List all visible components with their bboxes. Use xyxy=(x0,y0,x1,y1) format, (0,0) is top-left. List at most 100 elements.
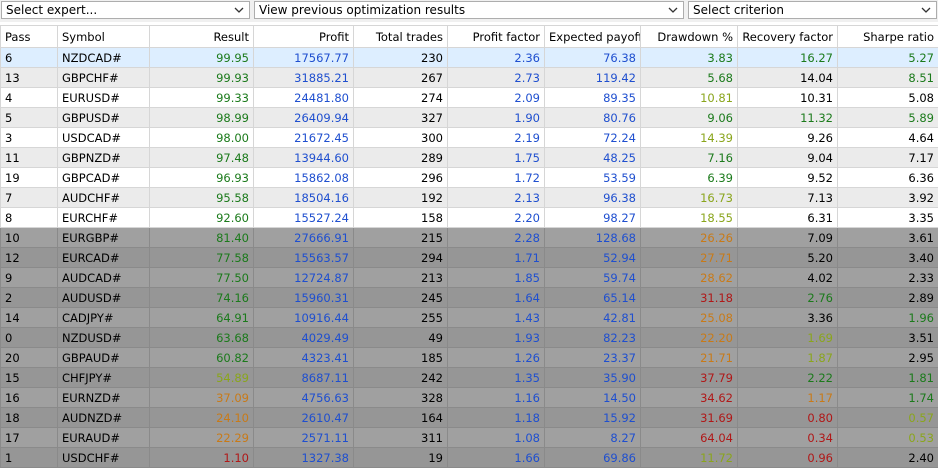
cell-result: 97.48 xyxy=(149,147,254,168)
cell-pf: 1.85 xyxy=(447,267,545,288)
cell-pass: 18 xyxy=(0,407,58,428)
cell-sr: 5.27 xyxy=(837,47,938,68)
column-header-drawdown[interactable]: Drawdown % xyxy=(640,25,738,48)
table-row[interactable]: 17 EURAUD# 22.29 2571.11 311 1.08 8.27 64.04 0.3… xyxy=(0,427,938,448)
cell-trades: 242 xyxy=(353,367,448,388)
cell-ep: 15.92 xyxy=(544,407,641,428)
cell-trades: 19 xyxy=(353,447,448,468)
cell-trades: 49 xyxy=(353,327,448,348)
table-row[interactable]: 0 NZDUSD# 63.68 4029.49 49 1.93 82.23 22.20 1.69… xyxy=(0,327,938,348)
table-row[interactable]: 6 NZDCAD# 99.95 17567.77 230 2.36 76.38 3.83 16.… xyxy=(0,47,938,68)
table-row[interactable]: 8 EURCHF# 92.60 15527.24 158 2.20 98.27 18.55 6.… xyxy=(0,207,938,228)
select-expert-dropdown[interactable]: Select expert... xyxy=(1,1,250,19)
cell-profit: 31885.21 xyxy=(253,67,354,88)
cell-profit: 18504.16 xyxy=(253,187,354,208)
column-header-symbol[interactable]: Symbol xyxy=(57,25,150,48)
table-row[interactable]: 14 CADJPY# 64.91 10916.44 255 1.43 42.81 25.08 3… xyxy=(0,307,938,328)
cell-result: 74.16 xyxy=(149,287,254,308)
cell-ep: 23.37 xyxy=(544,347,641,368)
table-row[interactable]: 1 USDCHF# 1.10 1327.38 19 1.66 69.86 11.72 0.96 2… xyxy=(0,447,938,468)
select-criterion-label: Select criterion xyxy=(693,3,785,17)
cell-symbol: AUDNZD# xyxy=(57,407,150,428)
cell-dd: 26.26 xyxy=(640,227,738,248)
results-grid: Pass Symbol Result Profit Total trades Profit… xyxy=(0,25,938,468)
cell-rf: 2.22 xyxy=(737,367,838,388)
cell-result: 54.89 xyxy=(149,367,254,388)
cell-sr: 2.33 xyxy=(837,267,938,288)
cell-pf: 2.13 xyxy=(447,187,545,208)
table-row[interactable]: 13 GBPCHF# 99.93 31885.21 267 2.73 119.42 5.68 1… xyxy=(0,67,938,88)
table-row[interactable]: 16 EURNZD# 37.09 4756.63 328 1.16 14.50 34.62 1.… xyxy=(0,387,938,408)
cell-rf: 9.04 xyxy=(737,147,838,168)
select-criterion-dropdown[interactable]: Select criterion xyxy=(688,1,937,19)
cell-symbol: NZDUSD# xyxy=(57,327,150,348)
chevron-down-icon xyxy=(667,3,679,17)
cell-pf: 2.20 xyxy=(447,207,545,228)
table-row[interactable]: 5 GBPUSD# 98.99 26409.94 327 1.90 80.76 9.06 11.… xyxy=(0,107,938,128)
cell-ep: 80.76 xyxy=(544,107,641,128)
cell-trades: 267 xyxy=(353,67,448,88)
header-row: Pass Symbol Result Profit Total trades Profit… xyxy=(0,25,938,48)
table-row[interactable]: 15 CHFJPY# 54.89 8687.11 242 1.35 35.90 37.79 2.… xyxy=(0,367,938,388)
cell-symbol: GBPNZD# xyxy=(57,147,150,168)
table-row[interactable]: 10 EURGBP# 81.40 27666.91 215 2.28 128.68 26.26… xyxy=(0,227,938,248)
column-header-recovery-factor[interactable]: Recovery factor xyxy=(737,25,838,48)
column-header-sharpe-ratio[interactable]: Sharpe ratio xyxy=(837,25,938,48)
table-row[interactable]: 3 USDCAD# 98.00 21672.45 300 2.19 72.24 14.39 9.… xyxy=(0,127,938,148)
cell-result: 37.09 xyxy=(149,387,254,408)
cell-result: 64.91 xyxy=(149,307,254,328)
cell-pf: 1.72 xyxy=(447,167,545,188)
grid-body: 6 NZDCAD# 99.95 17567.77 230 2.36 76.38 3.83 16.… xyxy=(0,47,938,468)
cell-symbol: CADJPY# xyxy=(57,307,150,328)
column-header-profit-factor[interactable]: Profit factor xyxy=(447,25,545,48)
cell-dd: 37.79 xyxy=(640,367,738,388)
table-row[interactable]: 4 EURUSD# 99.33 24481.80 274 2.09 89.35 10.81 10… xyxy=(0,87,938,108)
cell-pf: 2.19 xyxy=(447,127,545,148)
column-header-pass[interactable]: Pass xyxy=(0,25,58,48)
cell-dd: 28.62 xyxy=(640,267,738,288)
cell-rf: 9.26 xyxy=(737,127,838,148)
cell-result: 77.58 xyxy=(149,247,254,268)
column-header-total-trades[interactable]: Total trades xyxy=(353,25,448,48)
cell-rf: 2.76 xyxy=(737,287,838,308)
cell-sr: 2.89 xyxy=(837,287,938,308)
optimization-results-label: View previous optimization results xyxy=(259,3,466,17)
table-row[interactable]: 20 GBPAUD# 60.82 4323.41 185 1.26 23.37 21.71 1.… xyxy=(0,347,938,368)
column-header-expected-payoff[interactable]: Expected payoff xyxy=(544,25,641,48)
table-row[interactable]: 9 AUDCAD# 77.50 12724.87 213 1.85 59.74 28.62 4.… xyxy=(0,267,938,288)
column-header-profit[interactable]: Profit xyxy=(253,25,354,48)
table-row[interactable]: 18 AUDNZD# 24.10 2610.47 164 1.18 15.92 31.69 0.… xyxy=(0,407,938,428)
cell-dd: 22.20 xyxy=(640,327,738,348)
cell-pass: 11 xyxy=(0,147,58,168)
cell-sr: 4.64 xyxy=(837,127,938,148)
cell-rf: 0.96 xyxy=(737,447,838,468)
cell-symbol: EURUSD# xyxy=(57,87,150,108)
cell-symbol: GBPCHF# xyxy=(57,67,150,88)
cell-rf: 5.20 xyxy=(737,247,838,268)
cell-dd: 6.39 xyxy=(640,167,738,188)
cell-dd: 9.06 xyxy=(640,107,738,128)
column-header-result[interactable]: Result xyxy=(149,25,254,48)
cell-pass: 10 xyxy=(0,227,58,248)
chevron-down-icon xyxy=(233,3,245,17)
toolbar: Select expert... View previous optimizat… xyxy=(0,0,938,22)
table-row[interactable]: 11 GBPNZD# 97.48 13944.60 289 1.75 48.25 7.16 9.… xyxy=(0,147,938,168)
cell-profit: 1327.38 xyxy=(253,447,354,468)
cell-rf: 6.31 xyxy=(737,207,838,228)
cell-trades: 164 xyxy=(353,407,448,428)
cell-pf: 1.93 xyxy=(447,327,545,348)
cell-profit: 21672.45 xyxy=(253,127,354,148)
table-row[interactable]: 12 EURCAD# 77.58 15563.57 294 1.71 52.94 27.71 5… xyxy=(0,247,938,268)
cell-profit: 27666.91 xyxy=(253,227,354,248)
cell-pass: 8 xyxy=(0,207,58,228)
cell-rf: 1.17 xyxy=(737,387,838,408)
cell-pf: 1.66 xyxy=(447,447,545,468)
cell-ep: 72.24 xyxy=(544,127,641,148)
cell-dd: 18.55 xyxy=(640,207,738,228)
table-row[interactable]: 2 AUDUSD# 74.16 15960.31 245 1.64 65.14 31.18 2.… xyxy=(0,287,938,308)
cell-profit: 2571.11 xyxy=(253,427,354,448)
table-row[interactable]: 19 GBPCAD# 96.93 15862.08 296 1.72 53.59 6.39 9.… xyxy=(0,167,938,188)
table-row[interactable]: 7 AUDCHF# 95.58 18504.16 192 2.13 96.38 16.73 7.… xyxy=(0,187,938,208)
cell-pass: 6 xyxy=(0,47,58,68)
optimization-results-dropdown[interactable]: View previous optimization results xyxy=(254,1,684,19)
